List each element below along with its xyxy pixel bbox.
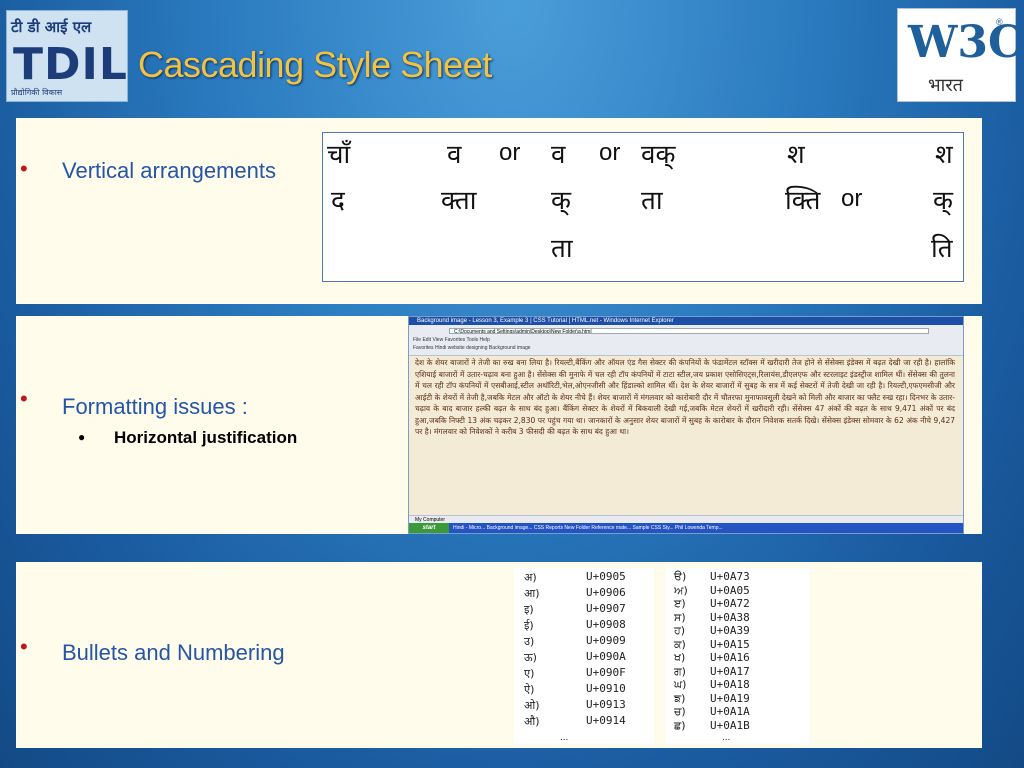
browser-menu: File Edit View Favorites Tools Help <box>413 337 490 343</box>
code-value: U+0A05 <box>710 583 750 597</box>
continuation-dots: ... <box>722 732 731 743</box>
w3c-logo: W3C ® भारत <box>897 8 1023 102</box>
windows-taskbar: start Hindi - Micro... Background image.… <box>409 523 963 533</box>
or-label: or <box>841 185 863 212</box>
code-value: U+0A17 <box>710 664 750 678</box>
code-value: U+090F <box>586 666 626 679</box>
code-char: ਅ) <box>674 583 688 597</box>
browser-screenshot: Background image - Lesson 3, Example 3 |… <box>408 316 964 534</box>
vertical-arrangement-table: चाँ द व क्ता or व क् ता or वक् ता श क्ति… <box>322 132 964 282</box>
start-button: start <box>409 523 449 533</box>
justified-hindi-text: देश के शेयर बाजारों ने तेजी का रुख बना ल… <box>415 358 955 436</box>
code-char: ਘ) <box>674 678 687 691</box>
code-value: U+0A1B <box>710 718 750 732</box>
glyph-cell: श <box>787 140 805 170</box>
bullet-icon: • <box>20 156 28 181</box>
code-value: U+0A18 <box>710 678 750 691</box>
code-value: U+0A19 <box>710 691 750 705</box>
panel-bullets-numbering: • Bullets and Numbering अ) U+0905 आ) U+0906… <box>16 562 982 748</box>
code-value: U+0A16 <box>710 651 750 664</box>
glyph-cell: क् <box>551 186 571 216</box>
panel-formatting-issues: • Formatting issues : ● Horizontal justi… <box>16 316 982 534</box>
panel-vertical-arrangements: • Vertical arrangements चाँ द व क्ता or … <box>16 118 982 304</box>
continuation-dots: ... <box>560 732 569 743</box>
glyph-cell: द <box>331 186 345 216</box>
code-char: ੳ) <box>674 570 687 583</box>
devanagari-numbering-list: अ) U+0905 आ) U+0906 इ) U+0907 ई) U+0908 उ) U+0909… <box>514 568 654 744</box>
favorites-bar: Favorites Hindi website designing Backgr… <box>413 345 531 351</box>
horizontal-justification-label: Horizontal justification <box>114 428 298 447</box>
browser-toolbar: C:\Documents and Settings\admin\Desktop\… <box>409 325 963 356</box>
slide-title: Cascading Style Sheet <box>138 44 492 85</box>
code-value: U+0914 <box>586 714 626 727</box>
w3c-logo-text: W3C <box>908 17 1024 68</box>
code-char: अ) <box>524 571 537 584</box>
code-char: ਚ) <box>674 705 686 718</box>
glyph-cell: ता <box>551 234 573 264</box>
glyph-cell: क्ता <box>441 186 477 216</box>
glyph-cell: ति <box>931 234 953 264</box>
bullet-icon: • <box>20 634 28 659</box>
glyph-cell: क् <box>933 186 953 216</box>
glyph-cell: चाँ <box>327 140 351 170</box>
code-value: U+0908 <box>586 618 626 631</box>
glyph-cell: श <box>935 140 953 170</box>
or-label: or <box>499 139 521 166</box>
code-char: ए) <box>524 667 535 680</box>
code-value: U+0A72 <box>710 597 750 610</box>
code-value: U+0905 <box>586 570 626 583</box>
code-char: ਹ) <box>674 624 686 637</box>
code-value: U+0906 <box>586 586 626 599</box>
code-char: ਗ) <box>674 664 686 678</box>
code-char: उ) <box>524 635 535 648</box>
tdil-logo: टी डी आई एल TDIL प्रौद्योगिकी विकास <box>6 10 128 102</box>
vertical-arrangements-label: Vertical arrangements <box>62 158 276 183</box>
code-value: U+0910 <box>586 682 626 695</box>
code-char: ऊ) <box>524 651 537 664</box>
address-bar: C:\Documents and Settings\admin\Desktop\… <box>449 328 929 334</box>
code-value: U+0913 <box>586 698 626 711</box>
code-char: ੲ) <box>674 597 686 610</box>
browser-titlebar: Background image - Lesson 3, Example 3 |… <box>409 317 963 325</box>
formatting-issues-label: Formatting issues : <box>62 394 248 419</box>
code-char: आ) <box>524 587 540 600</box>
code-char: ਖ) <box>674 651 686 664</box>
gurmukhi-numbering-list: ੳ) U+0A73 ਅ) U+0A05 ੲ) U+0A72 ਸ) U+0A38 ਹ) U+0A39… <box>666 568 810 744</box>
code-char: ਸ) <box>674 610 686 624</box>
code-char: ओ) <box>524 699 540 712</box>
tdil-logo-text: TDIL <box>13 39 128 90</box>
bullets-numbering-label: Bullets and Numbering <box>62 640 285 665</box>
code-value: U+0A1A <box>710 705 750 718</box>
glyph-cell: वक् <box>641 140 676 170</box>
taskbar-items: Hindi - Micro... Background image... CSS… <box>453 525 723 531</box>
code-value: U+0A38 <box>710 610 750 624</box>
code-char: ऐ) <box>524 683 535 696</box>
code-char: ਕ) <box>674 637 686 651</box>
tdil-logo-devanagari: टी डी आई एल <box>11 18 92 36</box>
glyph-cell: ता <box>641 186 663 216</box>
bullet-icon: • <box>20 386 28 411</box>
code-char: ਙ) <box>674 691 686 705</box>
glyph-cell: व <box>447 140 462 170</box>
glyph-cell: क्ति <box>785 186 821 216</box>
sub-bullet-icon: ● <box>78 430 86 444</box>
or-label: or <box>599 139 621 166</box>
code-char: इ) <box>524 603 534 616</box>
code-char: ਛ) <box>674 718 686 732</box>
glyph-cell: व <box>551 140 566 170</box>
code-value: U+0907 <box>586 602 626 615</box>
browser-statusbar: My Computer <box>409 515 963 523</box>
code-value: U+0909 <box>586 634 626 647</box>
tdil-logo-tagline: प्रौद्योगिकी विकास <box>11 88 63 97</box>
code-char: ई) <box>524 619 534 632</box>
code-value: U+0A39 <box>710 624 750 637</box>
code-value: U+090A <box>586 650 626 663</box>
code-value: U+0A15 <box>710 637 750 651</box>
w3c-logo-subtitle: भारत <box>928 75 963 96</box>
registered-mark: ® <box>996 17 1003 27</box>
code-value: U+0A73 <box>710 570 750 583</box>
code-char: औ) <box>524 715 540 728</box>
